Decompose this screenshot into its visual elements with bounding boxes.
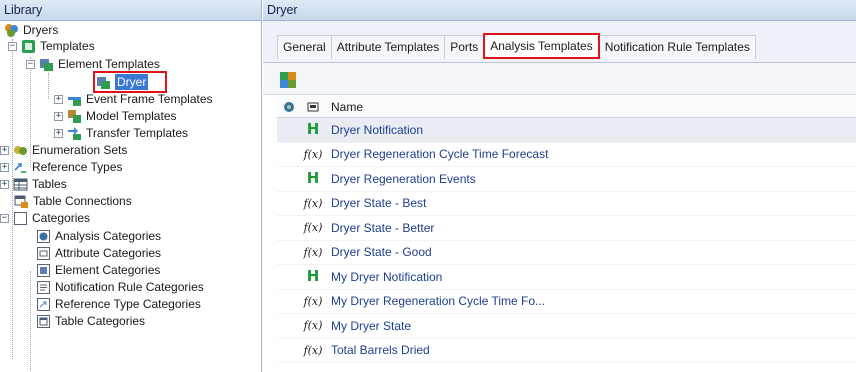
tree-node-attribute-categories[interactable]: Attribute Categories [36,245,161,261]
event-frame-icon [67,92,82,107]
tab-ports[interactable]: Ports [444,35,485,59]
table-icon [13,177,28,192]
tree-node-categories[interactable]: − Categories [0,210,90,226]
template-name: Dryer State - Better [331,220,435,235]
template-name: My Dryer Notification [331,269,443,284]
notification-type-icon: H [306,267,320,286]
collapse-toggle[interactable]: − [0,213,9,223]
transfer-template-icon [67,126,82,141]
tab-strip: General Attribute Templates Ports Analys… [263,21,856,63]
library-header: Library [0,0,261,21]
tree-node-transfer-templates[interactable]: + Transfer Templates [54,125,188,141]
template-name: Dryer Regeneration Events [331,171,476,186]
expression-type-icon: f(x) [303,343,323,357]
table-row[interactable]: f(x) Dryer Regeneration Cycle Time Foreca… [277,143,856,167]
template-name: My Dryer State [331,318,412,333]
tab-notification-rule-templates[interactable]: Notification Rule Templates [598,35,756,59]
template-name: Dryer Notification [331,122,424,137]
notification-type-icon: H [306,120,320,139]
expand-toggle[interactable]: + [54,94,63,104]
tree-line [30,271,31,371]
tree-node-table-categories[interactable]: Table Categories [36,313,145,329]
templates-icon [21,39,36,54]
expression-type-icon: f(x) [303,147,323,161]
table-row[interactable]: f(x) My Dryer State [277,314,856,339]
tree-node-analysis-categories[interactable]: Analysis Categories [36,228,161,244]
expand-toggle[interactable]: + [0,162,9,172]
toolbar [263,63,856,95]
grid-header: Name [277,96,856,118]
element-category-icon [36,263,51,278]
library-pane: Library Dryers − Templates − Element Tem… [0,0,262,372]
analysis-category-icon [36,229,51,244]
expression-type-icon: f(x) [303,245,323,259]
expand-toggle[interactable]: + [0,145,9,155]
table-row[interactable]: f(x) Dryer State - Good [277,241,856,265]
template-name: My Dryer Regeneration Cycle Time Fo... [331,294,546,309]
library-tree[interactable]: Dryers − Templates − Element Templates D… [0,21,261,372]
tree-node-element-templates[interactable]: − Element Templates [26,56,160,72]
expression-type-icon: f(x) [303,221,323,235]
grid-rows: H Dryer Notification f(x) Dryer Regeneratio… [277,118,856,363]
element-template-icon [39,57,54,72]
tab-analysis-templates[interactable]: Analysis Templates [483,33,600,59]
tree-node-model-templates[interactable]: + Model Templates [54,108,177,124]
table-row[interactable]: H Dryer Notification [277,118,856,143]
notification-category-icon [36,280,51,295]
new-analysis-template-icon [280,72,296,88]
tree-node-templates[interactable]: − Templates [8,38,95,54]
detail-pane: Dryer General Attribute Templates Ports … [263,0,856,372]
attribute-category-icon [36,246,51,261]
table-row[interactable]: f(x) My Dryer Regeneration Cycle Time Fo.… [277,290,856,314]
reference-type-category-icon [36,297,51,312]
new-analysis-template-button[interactable] [277,69,299,91]
detail-header: Dryer [263,0,856,21]
template-name: Dryer State - Best [331,196,427,211]
table-category-icon [36,314,51,329]
tree-node-enumeration-sets[interactable]: + Enumeration Sets [0,142,127,158]
tree-node-tables[interactable]: + Tables [0,176,67,192]
tree-node-table-connections[interactable]: Table Connections [14,193,132,209]
collapse-toggle[interactable]: − [8,41,17,51]
table-connection-icon [14,194,29,209]
tree-line [48,73,49,99]
expression-type-icon: f(x) [303,294,323,308]
expand-toggle[interactable]: + [54,111,63,121]
table-row[interactable]: H My Dryer Notification [277,265,856,290]
template-name: Dryer State - Good [331,245,432,260]
template-name: Total Barrels Dried [331,343,430,358]
tree-node-notification-rule-categories[interactable]: Notification Rule Categories [36,279,204,295]
table-row[interactable]: H Dryer Regeneration Events [277,167,856,192]
tree-node-dryers[interactable]: Dryers [4,22,58,38]
template-name: Dryer Regeneration Cycle Time Forecast [331,147,549,162]
tree-node-reference-type-categories[interactable]: Reference Type Categories [36,296,201,312]
collapse-toggle[interactable]: − [26,59,35,69]
table-row[interactable]: f(x) Total Barrels Dried [277,339,856,363]
tab-general[interactable]: General [277,35,332,59]
tree-node-element-categories[interactable]: Element Categories [36,262,160,278]
expression-type-icon: f(x) [303,319,323,333]
tree-node-event-frame-templates[interactable]: + Event Frame Templates [54,91,213,107]
table-row[interactable]: f(x) Dryer State - Better [277,216,856,241]
tree-node-reference-types[interactable]: + Reference Types [0,159,123,175]
enumeration-sets-icon [13,143,28,158]
tree-line [12,39,13,359]
highlight-box [93,71,167,93]
tab-attribute-templates[interactable]: Attribute Templates [330,35,446,59]
notification-type-icon: H [306,169,320,188]
table-row[interactable]: f(x) Dryer State - Best [277,192,856,216]
folder-icon [13,211,28,226]
expand-toggle[interactable]: + [0,179,9,189]
reference-types-icon [13,160,28,175]
expand-toggle[interactable]: + [54,128,63,138]
analysis-templates-grid[interactable]: Name H Dryer Notification f(x) Dryer Regene… [277,96,856,363]
expression-type-icon: f(x) [303,196,323,210]
status-column-icon [284,101,294,112]
database-icon [4,23,19,38]
model-template-icon [67,109,82,124]
type-column-icon [307,102,319,111]
name-column-header[interactable]: Name [325,100,363,114]
